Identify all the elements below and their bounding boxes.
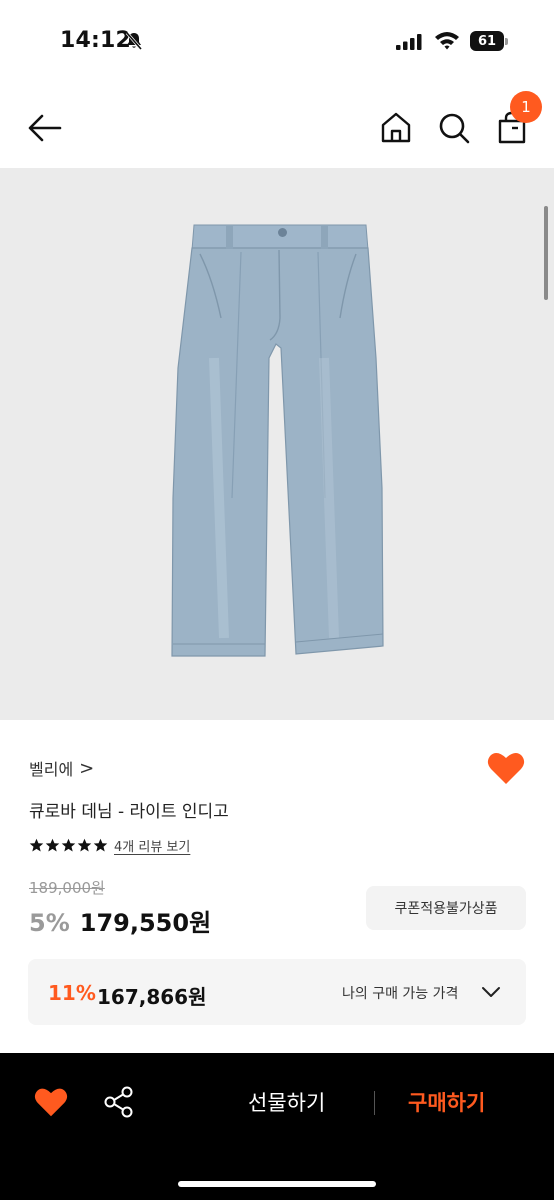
rating-stars [29,838,108,853]
star-icon [93,838,108,852]
star-icon [61,838,76,852]
my-price-discount: 11% [48,981,96,1005]
bottom-action-bar: 선물하기 구매하기 [0,1053,554,1200]
star-icon [77,838,92,852]
wifi-icon [435,32,459,50]
star-icon [45,838,60,852]
chevron-right-icon: > [79,757,95,779]
search-icon[interactable] [434,108,474,148]
heart-icon[interactable] [487,750,525,786]
review-link[interactable]: 4개 리뷰 보기 [114,836,190,855]
chevron-down-icon[interactable] [480,981,502,1003]
my-price-value: 167,866원 [97,985,207,1009]
gift-button[interactable]: 선물하기 [248,1087,325,1117]
battery-icon: 61 [470,31,508,51]
rating-row: 4개 리뷰 보기 [29,836,190,855]
buy-button[interactable]: 구매하기 [408,1087,485,1117]
home-indicator [178,1181,376,1187]
my-price-label: 나의 구매 가능 가격 [342,986,459,1002]
bell-off-icon [125,32,143,50]
status-bar: 14:12 61 [0,0,554,80]
my-price-panel[interactable]: 11% 167,866원 나의 구매 가능 가격 [28,959,526,1025]
price-row: 5% 179,550원 [29,903,211,938]
original-price: 189,000원 [29,879,105,897]
coupon-status-button[interactable]: 쿠폰적용불가상품 [366,886,526,930]
home-icon[interactable] [376,108,416,148]
signal-icon [396,34,422,50]
brand-link[interactable]: 벨리에 > [29,756,94,780]
top-nav [0,90,554,166]
discount-rate: 5% [29,909,70,937]
star-icon [29,838,44,852]
back-arrow-icon[interactable] [26,108,66,148]
brand-name: 벨리에 [29,760,74,779]
sale-price: 179,550원 [79,909,212,937]
status-time: 14:12 [60,28,132,53]
product-title: 큐로바 데님 - 라이트 인디고 [29,802,229,822]
battery-level: 61 [470,31,504,51]
heart-icon[interactable] [34,1086,68,1118]
image-scroll-indicator [544,206,548,300]
cart-count-badge: 1 [510,91,542,123]
product-image[interactable] [0,168,554,720]
divider [374,1091,375,1115]
share-icon[interactable] [104,1086,134,1118]
denim-pants-image [171,224,384,657]
